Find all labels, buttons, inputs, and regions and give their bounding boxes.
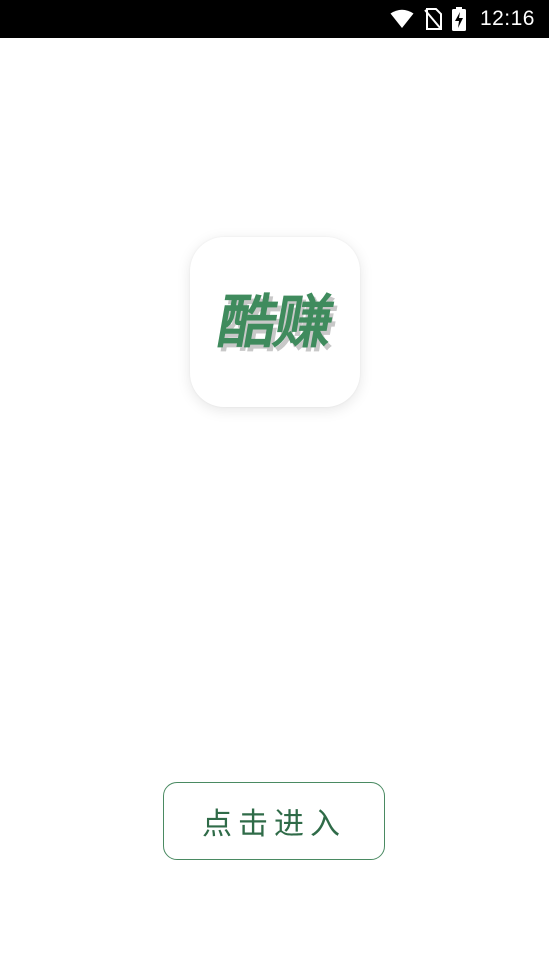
- status-time: 12:16: [479, 7, 535, 30]
- battery-charging-icon: [451, 7, 466, 31]
- app-logo-text: 酷赚: [212, 288, 337, 356]
- status-icons: 12:16: [390, 0, 535, 38]
- enter-button[interactable]: 点击进入: [163, 782, 385, 860]
- app-logo: 酷赚: [190, 237, 360, 407]
- wifi-icon: [390, 9, 414, 29]
- status-bar: 12:16: [0, 0, 549, 38]
- enter-button-label: 点击进入: [202, 807, 346, 842]
- no-sim-icon: [424, 8, 442, 30]
